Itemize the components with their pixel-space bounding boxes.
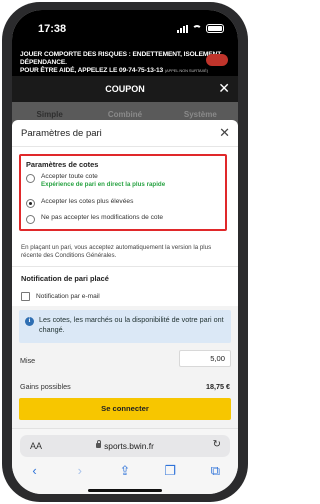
gains-label: Gains possibles (20, 382, 71, 391)
gambling-warning-banner: JOUER COMPORTE DES RISQUES : ENDETTEMENT… (12, 46, 238, 76)
option-label: Accepter les cotes plus élevées (41, 198, 134, 205)
divider (12, 266, 238, 267)
bet-settings-modal: Paramètres de pari ✕ Paramètres de cotes… (12, 120, 238, 306)
option-no-change[interactable]: Ne pas accepter les modifications de cot… (26, 214, 163, 224)
browser-bar: AA sports.bwin.fr ↻ ‹ › ⇪ ❐ ⧉ (12, 428, 238, 494)
radio-button[interactable] (26, 215, 35, 224)
close-icon[interactable]: ✕ (218, 80, 230, 97)
info-icon: i (25, 317, 34, 326)
option-label: Accepter toute cote (41, 173, 98, 180)
option-accept-any[interactable]: Accepter toute cote Expérience de pari e… (26, 173, 165, 189)
close-icon[interactable]: ✕ (219, 125, 230, 141)
stake-label: Mise (20, 356, 36, 365)
back-icon[interactable]: ‹ (25, 463, 45, 479)
phone-frame: 17:38 JOUER COMPORTE DES RISQUES : ENDET… (2, 2, 248, 502)
forward-icon[interactable]: › (70, 463, 90, 479)
warning-line-2-small: (APPEL NON SURTAXÉ) (164, 68, 208, 73)
terms-info-text: En plaçant un pari, vous acceptez automa… (21, 244, 212, 259)
reload-icon[interactable]: ↻ (213, 439, 221, 450)
coupon-header: COUPON ✕ (12, 76, 238, 102)
option-sublabel: Expérience de pari en direct la plus rap… (41, 181, 166, 188)
notification-section-title: Notification de pari placé (21, 274, 109, 283)
stake-input[interactable]: 5,00 (179, 350, 231, 367)
share-icon[interactable]: ⇪ (115, 463, 135, 479)
address-bar[interactable]: AA sports.bwin.fr ↻ (20, 435, 230, 457)
checkbox-label: Notification par e-mail (36, 293, 100, 300)
tabs-icon[interactable]: ⧉ (205, 463, 225, 479)
email-notification-option[interactable]: Notification par e-mail (21, 292, 100, 301)
alert-text: Les cotes, les marchés ou la disponibili… (39, 315, 224, 334)
notch (76, 10, 174, 30)
odds-change-alert: i Les cotes, les marchés ou la disponibi… (19, 310, 231, 343)
status-icons (177, 24, 224, 33)
status-bar: 17:38 (12, 10, 238, 46)
coupon-title: COUPON (105, 84, 145, 94)
option-accept-higher[interactable]: Accepter les cotes plus élevées (26, 198, 133, 208)
battery-icon (206, 24, 224, 33)
bookmarks-icon[interactable]: ❐ (160, 463, 180, 479)
banner-button[interactable] (206, 54, 228, 66)
checkbox[interactable] (21, 292, 30, 301)
odds-section-title: Paramètres de cotes (26, 160, 99, 169)
url-text: sports.bwin.fr (104, 441, 154, 451)
wifi-icon (192, 24, 202, 33)
screen: 17:38 JOUER COMPORTE DES RISQUES : ENDET… (12, 10, 238, 494)
browser-toolbar: ‹ › ⇪ ❐ ⧉ (12, 463, 238, 479)
radio-button-checked[interactable] (26, 199, 35, 208)
signal-icon (177, 24, 188, 33)
divider (12, 146, 238, 147)
odds-settings-box: Paramètres de cotes Accepter toute cote … (19, 154, 227, 231)
status-time: 17:38 (38, 23, 67, 35)
home-indicator (88, 489, 162, 492)
warning-line-2: POUR ÊTRE AIDÉ, APPELEZ LE 09-74-75-13-1… (20, 67, 238, 75)
warning-line-2-main: POUR ÊTRE AIDÉ, APPELEZ LE 09-74-75-13-1… (20, 67, 164, 74)
gains-value: 18,75 € (206, 382, 230, 391)
url-display[interactable]: sports.bwin.fr (20, 440, 230, 451)
radio-button[interactable] (26, 174, 35, 183)
lock-icon (96, 440, 102, 448)
connect-button[interactable]: Se connecter (19, 398, 231, 420)
option-label: Ne pas accepter les modifications de cot… (41, 214, 164, 221)
modal-title: Paramètres de pari (21, 128, 102, 139)
